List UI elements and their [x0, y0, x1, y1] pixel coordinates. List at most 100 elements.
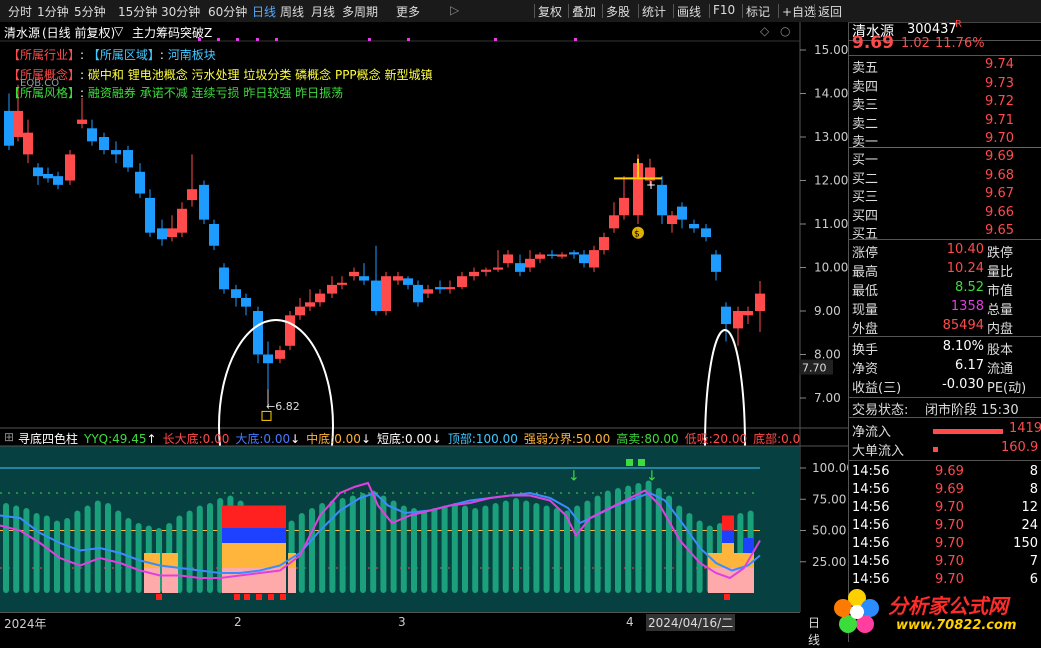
candle: [609, 215, 619, 229]
toolbar-week[interactable]: 周线: [280, 3, 304, 20]
indicator-bar: [370, 490, 377, 593]
indicator-name[interactable]: 主力筹码突破Z: [132, 24, 212, 41]
bid-3-label: 买三: [852, 190, 879, 205]
tick-volume: 8: [1029, 464, 1038, 479]
toolbar-1min[interactable]: 1分钟: [37, 3, 69, 20]
toolbar-mark-button[interactable]: 标记: [746, 3, 770, 20]
ask-2-value: 9.71: [985, 112, 1014, 128]
candle: [349, 271, 359, 277]
candle: [275, 350, 285, 359]
stat2-1-value: 6.17: [955, 358, 984, 373]
candle: [145, 197, 155, 233]
stat-2-label: 最低: [852, 284, 879, 299]
time-axis: 2024年 2 3 4 2024/04/16/二 日线: [0, 612, 820, 647]
toolbar-back-button[interactable]: 返回: [818, 3, 842, 20]
toolbar-restore-button[interactable]: 复权: [538, 3, 562, 20]
candle: [4, 110, 14, 146]
ask-4-value: 9.73: [985, 75, 1014, 91]
candle: [557, 254, 567, 257]
candle: [403, 278, 413, 285]
candle: [253, 311, 263, 355]
indicator-bar: [594, 495, 601, 593]
status-value: 闭市阶段 15:30: [925, 403, 1019, 418]
ask-5-label: 卖五: [852, 61, 879, 76]
stat-0-label: 涨停: [852, 246, 879, 261]
dropdown-icon[interactable]: ▽: [114, 24, 123, 38]
price-axis-label: 14.00: [814, 87, 848, 101]
quote-flag: R: [955, 19, 962, 30]
ask-3-value: 9.72: [985, 94, 1014, 109]
tick-price: 9.70: [935, 518, 964, 533]
toolbar-stats-button[interactable]: 统计: [642, 3, 666, 20]
candle: [371, 280, 381, 311]
toolbar-more[interactable]: 更多: [396, 3, 420, 20]
industry-label: 【所属行业】: [8, 48, 81, 62]
indicator-bar: [513, 498, 519, 593]
status-label: 交易状态:: [852, 403, 909, 418]
chart-canvas[interactable]: 15.0014.0013.0012.0011.0010.009.008.007.…: [0, 22, 848, 612]
toolbar-15min[interactable]: 15分钟: [118, 3, 157, 20]
price-axis-label: 7.00: [814, 391, 841, 405]
net-inflow-bar: [933, 429, 1003, 434]
candle: [755, 293, 765, 311]
net-inflow-value: 1419: [1009, 421, 1041, 436]
indicator-axis-label: 50.00: [812, 524, 846, 538]
candle: [199, 184, 209, 220]
indicator-bar: [604, 490, 611, 593]
candle: [657, 184, 667, 216]
price-axis-label: 8.00: [814, 348, 841, 362]
tick-volume: 8: [1029, 482, 1038, 497]
price-axis-label: 12.00: [814, 174, 848, 188]
indicator-bar: [441, 505, 448, 593]
candle: [711, 254, 721, 272]
toolbar-overlay-button[interactable]: 叠加: [572, 3, 596, 20]
indicator-bar: [43, 515, 50, 593]
candle: [177, 208, 187, 233]
quote-stock-code: 300437: [907, 22, 957, 37]
indicator-bar: [390, 500, 397, 593]
toolbar-day[interactable]: 日线: [252, 3, 276, 20]
top-signal-icon: [626, 459, 633, 466]
indicator-bar: [196, 505, 203, 593]
toolbar-f10-button[interactable]: F10: [713, 3, 735, 17]
candle: [547, 254, 557, 256]
indicator-bar: [105, 503, 111, 593]
stat2-2-label: 收益(三): [852, 381, 902, 396]
indicator-item-4: 短底:0.00↓: [377, 432, 442, 446]
toolbar-multi[interactable]: 多周期: [342, 3, 378, 20]
more-arrow-icon[interactable]: ▷: [450, 3, 459, 17]
collapse-icon[interactable]: ⊞: [4, 430, 14, 444]
chart-mode[interactable]: (日线 前复权): [42, 24, 115, 41]
indicator-bar: [360, 493, 366, 593]
nav-right-icon[interactable]: ○: [780, 24, 790, 38]
toolbar-30min[interactable]: 30分钟: [161, 3, 200, 20]
indicator-title[interactable]: 寻底四色柱: [18, 430, 78, 446]
signal-block: [722, 543, 734, 568]
toolbar-multi-stock-button[interactable]: 多股: [606, 3, 630, 20]
toolbar-add-watch-button[interactable]: +自选: [782, 3, 816, 20]
axis-label-year: 2024年: [4, 617, 47, 631]
signal-block: [222, 528, 240, 543]
indicator-bar: [74, 510, 81, 593]
toolbar-60min[interactable]: 60分钟: [208, 3, 247, 20]
candle: [677, 206, 687, 220]
toolbar-draw-button[interactable]: 画线: [677, 3, 701, 20]
indicator-bar: [135, 523, 142, 593]
tick-volume: 150: [1013, 536, 1038, 551]
signal-block: [162, 568, 178, 593]
bid-5-value: 9.65: [985, 223, 1014, 238]
stock-info-box: 【所属行业】: 【所属区域】: 河南板块 【所属概念】: 碳中和 锂电池概念 污…: [8, 48, 433, 100]
bid-4-label: 买四: [852, 208, 879, 224]
indicator-bar: [492, 503, 499, 593]
quote-panel: 清水源 300437 R 9.69 1.02 11.76% 交易状态: 闭市阶段…: [848, 19, 1041, 642]
bid-4-value: 9.66: [985, 204, 1014, 220]
nav-left-icon[interactable]: ◇: [760, 24, 769, 38]
toolbar-5min[interactable]: 5分钟: [74, 3, 106, 20]
indicator-bar: [329, 500, 336, 593]
signal-block: [258, 528, 276, 543]
signal-block: [240, 528, 258, 543]
toolbar-time[interactable]: 分时: [8, 3, 32, 20]
toolbar-month[interactable]: 月线: [311, 3, 335, 20]
candle: [77, 119, 87, 124]
stat-4-right-label: 内盘: [987, 322, 1014, 337]
